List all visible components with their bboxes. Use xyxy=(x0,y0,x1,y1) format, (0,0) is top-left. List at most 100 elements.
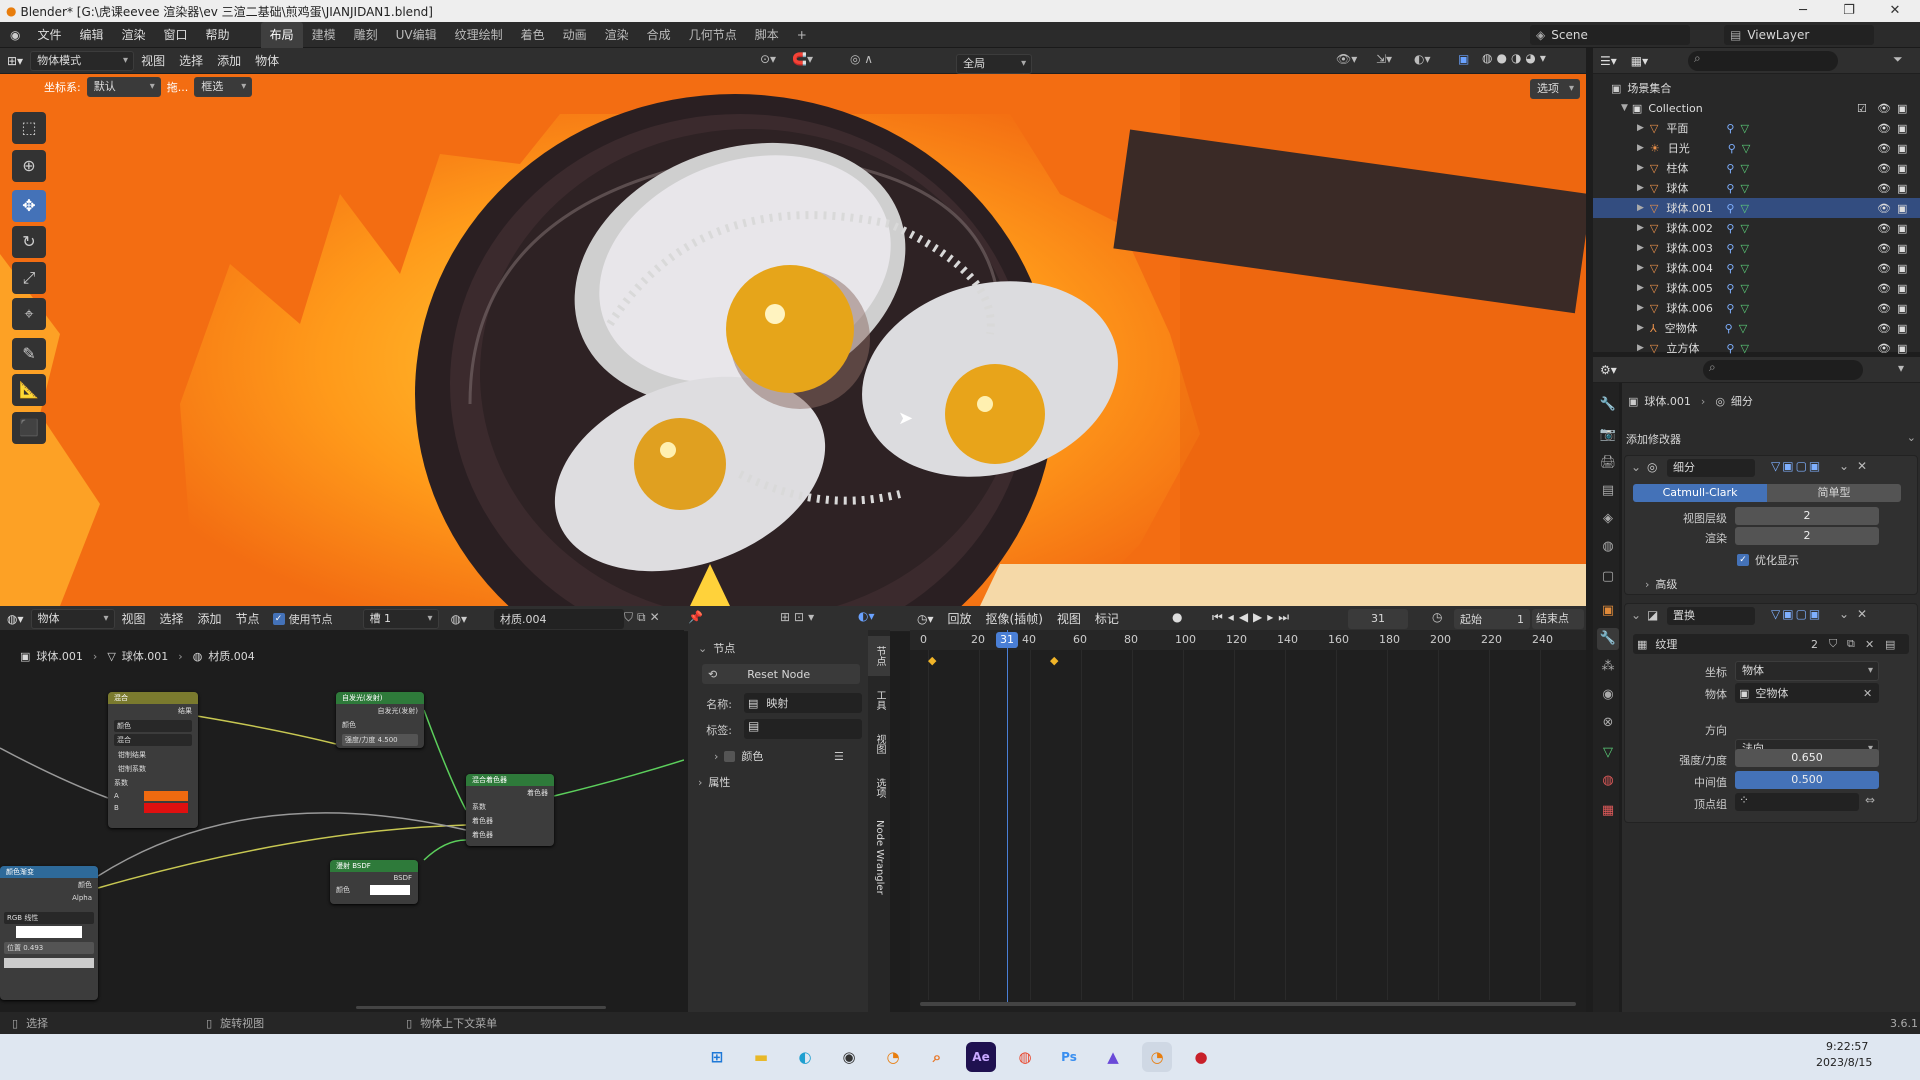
blender-active-icon[interactable]: ◔ xyxy=(1142,1042,1172,1072)
outliner-item[interactable]: ▶ ⅄ 空物体 ⚲ ▽ 👁 ▣ xyxy=(1593,318,1920,338)
tab-modeling[interactable]: 建模 xyxy=(303,22,345,48)
collection-tab-icon[interactable]: ▢ xyxy=(1597,566,1619,588)
mesh-data-icon[interactable]: ▽ xyxy=(1740,302,1748,315)
mode-dropdown[interactable]: 物体模式 xyxy=(30,50,135,71)
recorder-icon[interactable]: ● xyxy=(1186,1042,1216,1072)
eye-icon[interactable]: 👁 xyxy=(1877,162,1891,175)
record-icon[interactable]: ● xyxy=(1172,610,1182,624)
properties-subpanel[interactable]: › 属性 xyxy=(698,774,730,790)
texture-tab-icon[interactable]: ▦ xyxy=(1597,800,1619,822)
tab-rendering[interactable]: 渲染 xyxy=(596,22,638,48)
options-dropdown[interactable]: 选项 xyxy=(1530,79,1580,99)
camera-icon[interactable]: ▣ xyxy=(1897,102,1907,115)
texture-selector[interactable]: ▦ 纹理 2 ⛉ ⧉ ✕ ▤ xyxy=(1633,634,1909,654)
texture-props-icon[interactable]: ▤ xyxy=(1885,638,1895,651)
optimal-display-checkbox[interactable]: ✓ 优化显示 xyxy=(1737,552,1799,568)
add-workspace-button[interactable]: + xyxy=(788,22,816,48)
steam-icon[interactable]: ◉ xyxy=(834,1042,864,1072)
select-box-dropdown[interactable]: 框选 xyxy=(194,77,253,97)
outliner-item[interactable]: ▶ ▽ 球体.004 ⚲ ▽ 👁 ▣ xyxy=(1593,258,1920,278)
modifier-tab-icon[interactable]: 🔧 xyxy=(1597,628,1619,650)
tab-scripting[interactable]: 脚本 xyxy=(746,22,788,48)
color-swatch[interactable] xyxy=(370,885,410,895)
properties-search-input[interactable]: ⌕ xyxy=(1703,360,1863,380)
color-swatch[interactable] xyxy=(144,791,188,801)
menu-window[interactable]: 窗口 xyxy=(155,22,197,48)
simple-button[interactable]: 简单型 xyxy=(1767,484,1901,502)
view-layer-tab-icon[interactable]: ▤ xyxy=(1597,480,1619,502)
remove-modifier-icon[interactable]: ✕ xyxy=(1857,607,1867,621)
tab-tool[interactable]: 工具 xyxy=(868,680,890,720)
camera-icon[interactable]: ▣ xyxy=(1897,322,1907,335)
node-section-header[interactable]: ⌄ 节点 xyxy=(698,640,735,656)
blender-app-icon[interactable]: ◔ xyxy=(878,1042,908,1072)
checkbox-icon[interactable] xyxy=(724,750,736,762)
tab-node[interactable]: 节点 xyxy=(868,636,890,676)
modifier-icon[interactable]: ⚲ xyxy=(1726,202,1734,215)
node-checkbox[interactable]: 钳制系数 xyxy=(108,762,198,776)
node-menu-view[interactable]: 视图 xyxy=(115,608,153,630)
node-editor-scrollbar[interactable] xyxy=(356,1006,606,1009)
eye-icon[interactable]: 👁 xyxy=(1877,122,1891,135)
node-menu-node[interactable]: 节点 xyxy=(229,608,267,630)
use-nodes-checkbox-icon[interactable]: ✓ xyxy=(272,612,285,625)
minimize-button[interactable]: ─ xyxy=(1780,0,1826,22)
keyframe-icon[interactable]: ◆ xyxy=(1050,654,1058,667)
dropdown-icon[interactable]: ⌄ xyxy=(1839,459,1849,473)
filter-icon[interactable]: ⏷ xyxy=(1893,52,1903,67)
collection-row[interactable]: ▼ ▣ Collection ☑ 👁 ▣ xyxy=(1593,98,1920,118)
camera-icon[interactable]: ▣ xyxy=(1897,342,1907,355)
modifier-icon[interactable]: ⚲ xyxy=(1726,242,1734,255)
keyframe-icon[interactable]: ◆ xyxy=(928,654,936,667)
checkbox-icon[interactable]: ☑ xyxy=(1857,102,1867,115)
tool-tab-icon[interactable]: 🔧 xyxy=(1597,394,1619,416)
outliner-item[interactable]: ▶ ▽ 球体 ⚲ ▽ 👁 ▣ xyxy=(1593,178,1920,198)
material-tab-icon[interactable]: ◍ xyxy=(1597,770,1619,792)
camera-icon[interactable]: ▣ xyxy=(1897,282,1907,295)
material-action-icons[interactable]: ⛉⧉✕ xyxy=(624,610,664,625)
view-layer-selector[interactable]: ▤ ViewLayer xyxy=(1724,25,1874,45)
outliner-item[interactable]: ▶ ▽ 立方体 ⚲ ▽ 👁 ▣ xyxy=(1593,338,1920,358)
start-icon[interactable]: ⊞ xyxy=(702,1042,732,1072)
constraints-tab-icon[interactable]: ⊗ xyxy=(1597,712,1619,734)
scene-selector[interactable]: ◈ Scene xyxy=(1530,25,1690,45)
slot-dropdown[interactable]: 槽 1 xyxy=(362,608,439,629)
strength-field[interactable]: 0.650 xyxy=(1735,749,1879,767)
tab-options[interactable]: 选项 xyxy=(868,768,890,808)
node-menu-add[interactable]: 添加 xyxy=(191,608,229,630)
expand-icon[interactable]: ▶ xyxy=(1637,143,1644,153)
tab-compositing[interactable]: 合成 xyxy=(638,22,680,48)
dropdown-icon[interactable]: ⌄ xyxy=(1839,607,1849,621)
properties-editor-icon[interactable]: ⚙▾ xyxy=(1593,359,1624,381)
mesh-data-icon[interactable]: ▽ xyxy=(1739,322,1747,335)
outliner-item[interactable]: ▶ ☀ 日光 ⚲ ▽ 👁 ▣ xyxy=(1593,138,1920,158)
add-cube-tool[interactable]: ⬛ xyxy=(12,412,46,444)
expand-icon[interactable]: ▶ xyxy=(1637,243,1644,253)
expand-icon[interactable]: ▶ xyxy=(1637,223,1644,233)
timeline-scrollbar[interactable] xyxy=(920,1002,1576,1006)
marker-menu[interactable]: 标记 xyxy=(1088,608,1126,630)
modifier-icon[interactable]: ⚲ xyxy=(1728,142,1736,155)
outliner-item[interactable]: ▶ ▽ 平面 ⚲ ▽ 👁 ▣ xyxy=(1593,118,1920,138)
eye-icon[interactable]: 👁 xyxy=(1877,142,1891,155)
snap-icon[interactable]: 🧲▾ xyxy=(792,52,813,66)
tab-layout[interactable]: 布局 xyxy=(260,21,303,48)
modifier-icon[interactable]: ⚲ xyxy=(1726,162,1734,175)
eye-icon[interactable]: 👁 xyxy=(1877,282,1891,295)
select-box-tool[interactable]: ⬚ xyxy=(12,112,46,144)
search-app-icon[interactable]: ⌕ xyxy=(922,1042,952,1072)
expand-icon[interactable]: ▶ xyxy=(1637,183,1644,193)
render-levels-field[interactable]: 2 xyxy=(1735,527,1879,545)
mesh-data-icon[interactable]: ▽ xyxy=(1740,182,1748,195)
timeline-editor-icon[interactable]: ◷▾ xyxy=(910,608,941,630)
camera-icon[interactable]: ▣ xyxy=(1897,182,1907,195)
invert-icon[interactable]: ⇔ xyxy=(1865,793,1875,807)
3d-viewport[interactable]: ⬚ ⊕ ✥ ↻ ⤢ ⌖ ✎ 📐 ⬛ ➤ xyxy=(0,74,1586,606)
material-selector[interactable]: 材质.004 xyxy=(494,609,624,629)
tab-shading[interactable]: 着色 xyxy=(512,22,554,48)
expand-icon[interactable]: ▶ xyxy=(1637,283,1644,293)
node-menu-select[interactable]: 选择 xyxy=(153,608,191,630)
visibility-icon[interactable]: 👁▾ xyxy=(1336,52,1357,66)
list-icon[interactable]: ☰ xyxy=(834,750,844,763)
outliner-search-input[interactable]: ⌕ xyxy=(1688,51,1838,71)
